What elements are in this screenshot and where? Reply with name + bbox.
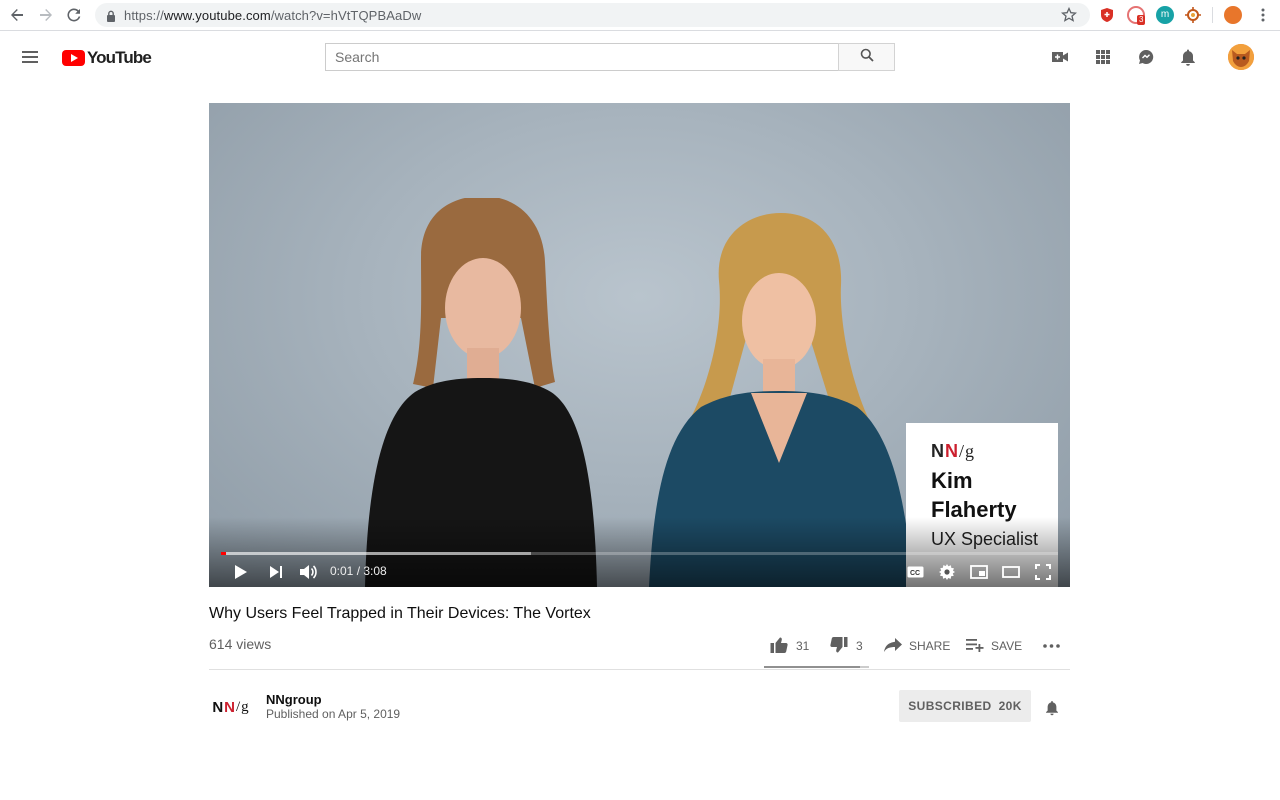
- notifications-bell-icon[interactable]: [1177, 46, 1199, 68]
- settings-gear-icon[interactable]: [936, 562, 958, 582]
- channel-notification-bell-icon[interactable]: [1042, 697, 1062, 717]
- reload-icon[interactable]: [63, 5, 85, 25]
- subscriber-count: 20K: [998, 699, 1022, 713]
- captions-icon[interactable]: CC: [904, 562, 926, 582]
- nngroup-lower-third-logo: NN/g: [931, 441, 976, 461]
- progress-played: [221, 552, 227, 555]
- sentiment-bar: [764, 666, 869, 668]
- url-text: https://www.youtube.com/watch?v=hVtTQPBA…: [124, 8, 422, 23]
- thumbs-down-icon: [830, 636, 848, 656]
- share-arrow-icon: [884, 637, 902, 655]
- apps-grid-icon[interactable]: [1092, 46, 1114, 68]
- subscribe-button[interactable]: SUBSCRIBED 20K: [899, 690, 1031, 722]
- address-bar[interactable]: https://www.youtube.com/watch?v=hVtTQPBA…: [95, 3, 1090, 27]
- extension-badge-count: 3: [1137, 15, 1146, 25]
- browser-toolbar: https://www.youtube.com/watch?v=hVtTQPBA…: [0, 0, 1280, 31]
- volume-icon[interactable]: [297, 562, 319, 582]
- menu-icon[interactable]: [20, 48, 40, 66]
- video-title: Why Users Feel Trapped in Their Devices:…: [209, 605, 591, 622]
- svg-text:CC: CC: [910, 570, 920, 577]
- fullscreen-icon[interactable]: [1032, 562, 1054, 582]
- progress-loaded: [221, 552, 531, 555]
- account-avatar[interactable]: [1228, 44, 1254, 70]
- speaker-name: Kim Flaherty: [931, 468, 1017, 522]
- youtube-logo[interactable]: YouTube: [62, 48, 152, 68]
- search-bar: [325, 43, 895, 71]
- view-count: 614 views: [209, 636, 272, 652]
- theater-mode-icon[interactable]: [1000, 562, 1022, 582]
- share-button[interactable]: SHARE: [884, 636, 950, 656]
- more-actions-icon[interactable]: [1043, 636, 1060, 656]
- m-extension-letter: m: [1160, 9, 1170, 20]
- toolbar-separator: [1212, 7, 1213, 23]
- logo-text: YouTube: [87, 48, 152, 67]
- like-count: 31: [796, 639, 810, 653]
- back-icon[interactable]: [6, 5, 28, 25]
- create-video-icon[interactable]: [1049, 46, 1071, 68]
- next-icon[interactable]: [266, 562, 286, 582]
- save-label: SAVE: [991, 639, 1023, 653]
- miniplayer-icon[interactable]: [968, 562, 990, 582]
- channel-name[interactable]: NNgroup: [266, 692, 322, 707]
- youtube-masthead: YouTube: [0, 32, 1280, 82]
- subscribe-label: SUBSCRIBED: [908, 699, 992, 713]
- publish-date: Published on Apr 5, 2019: [266, 707, 401, 721]
- like-button[interactable]: 31: [770, 636, 809, 656]
- profile-icon[interactable]: [1224, 6, 1242, 24]
- search-input[interactable]: [325, 43, 838, 71]
- messages-icon[interactable]: [1135, 46, 1157, 68]
- search-button[interactable]: [838, 43, 895, 71]
- m-extension-icon[interactable]: m: [1156, 6, 1174, 24]
- save-button[interactable]: SAVE: [966, 636, 1022, 656]
- youtube-play-logo-icon: [62, 50, 85, 66]
- time-display: 0:01 / 3:08: [330, 564, 387, 578]
- lock-icon: [106, 9, 116, 27]
- shield-extension-icon[interactable]: [1098, 6, 1116, 24]
- chrome-menu-icon[interactable]: [1252, 5, 1274, 25]
- search-icon: [860, 48, 874, 67]
- ship-wheel-extension-icon[interactable]: [1184, 6, 1202, 24]
- share-label: SHARE: [909, 639, 951, 653]
- forward-icon[interactable]: [35, 5, 57, 25]
- thumbs-up-icon: [770, 637, 788, 656]
- sentiment-like-fill: [764, 666, 860, 668]
- add-to-playlist-icon: [966, 638, 984, 655]
- bookmark-star-icon[interactable]: [1060, 6, 1078, 28]
- dislike-count: 3: [856, 639, 863, 653]
- video-player[interactable]: NN/g KimFlaherty UX Specialist 0:01 / 3:…: [209, 103, 1070, 587]
- progress-bar[interactable]: [221, 552, 1058, 555]
- channel-avatar[interactable]: N N/g: [209, 694, 253, 720]
- dislike-button[interactable]: 3: [830, 636, 863, 656]
- play-icon[interactable]: [231, 562, 251, 582]
- info-divider: [209, 669, 1070, 670]
- extension-badge-icon[interactable]: 3: [1127, 6, 1146, 25]
